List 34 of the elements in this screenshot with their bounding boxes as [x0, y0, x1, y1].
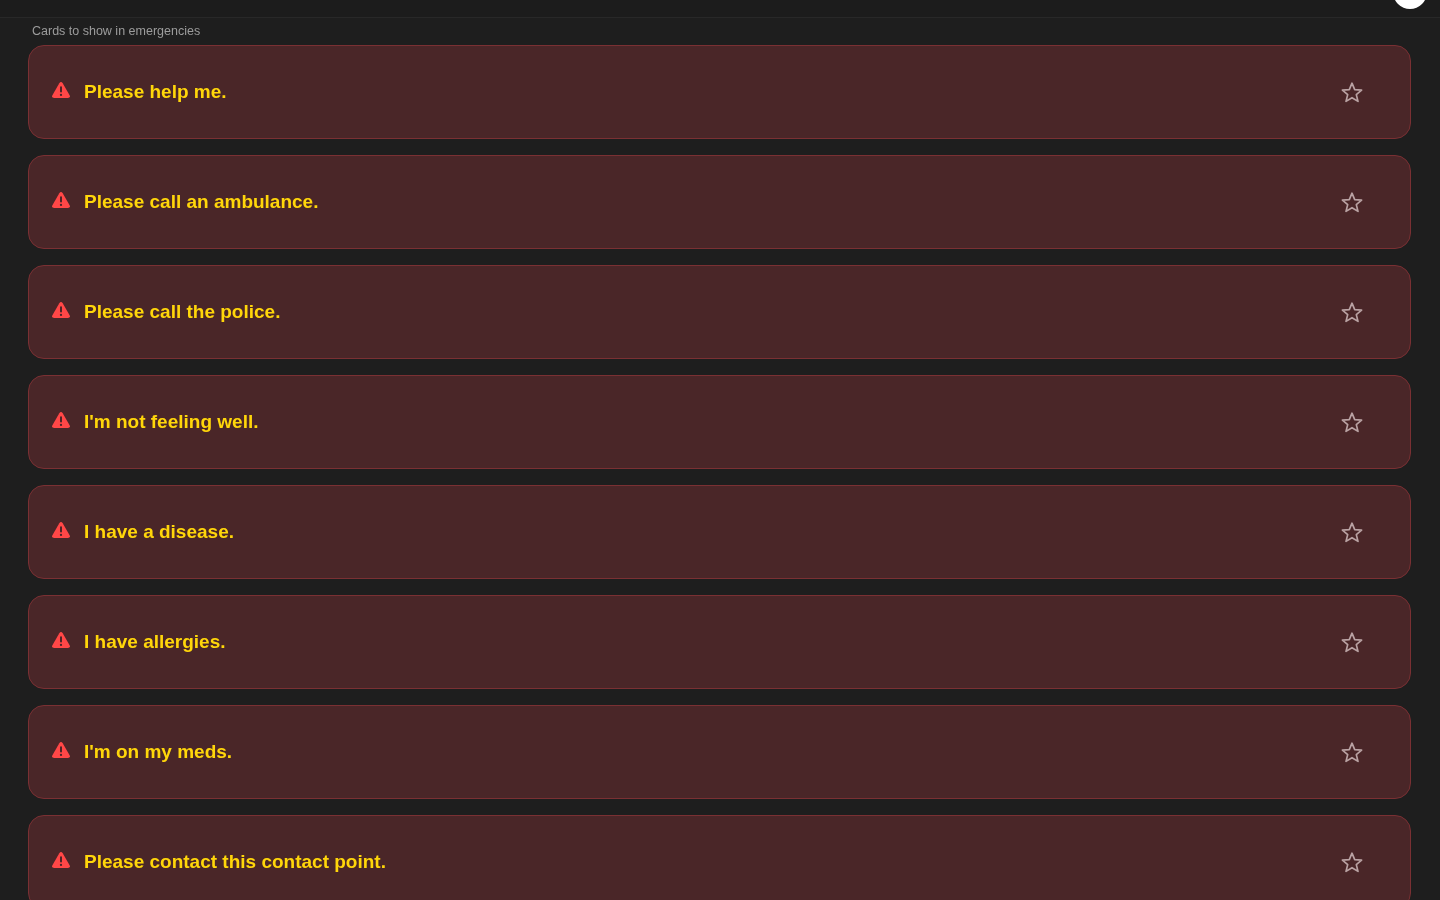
- section-label: Cards to show in emergencies: [31, 24, 202, 39]
- emergency-card[interactable]: I have allergies.: [28, 595, 1411, 689]
- phrase-text: I'm on my meds.: [84, 741, 234, 763]
- emergency-card[interactable]: I have a disease.: [28, 485, 1411, 579]
- warning-icon: [52, 742, 70, 758]
- star-icon[interactable]: [1341, 411, 1363, 433]
- phrase-text: Please call the police.: [84, 301, 282, 323]
- phrase-text: Please help me.: [84, 81, 228, 103]
- phrase-text: I'm not feeling well.: [84, 411, 260, 433]
- warning-icon: [52, 852, 70, 868]
- star-icon[interactable]: [1341, 741, 1363, 763]
- star-icon[interactable]: [1341, 81, 1363, 103]
- warning-icon: [52, 302, 70, 318]
- avatar-icon[interactable]: [1393, 0, 1427, 9]
- phrase-text: I have a disease.: [84, 521, 235, 543]
- warning-icon: [52, 632, 70, 648]
- star-icon[interactable]: [1341, 301, 1363, 323]
- warning-icon: [52, 82, 70, 98]
- emergency-card[interactable]: I'm on my meds.: [28, 705, 1411, 799]
- phrase-text: Please call an ambulance.: [84, 191, 320, 213]
- star-icon[interactable]: [1341, 851, 1363, 873]
- phrase-text: Please contact this contact point.: [84, 851, 387, 873]
- emergency-card[interactable]: Please call an ambulance.: [28, 155, 1411, 249]
- warning-icon: [52, 522, 70, 538]
- emergency-card[interactable]: Please call the police.: [28, 265, 1411, 359]
- star-icon[interactable]: [1341, 631, 1363, 653]
- star-icon[interactable]: [1341, 521, 1363, 543]
- emergency-card[interactable]: Please help me.: [28, 45, 1411, 139]
- star-icon[interactable]: [1341, 191, 1363, 213]
- warning-icon: [52, 192, 70, 208]
- phrase-text: I have allergies.: [84, 631, 227, 653]
- emergency-card[interactable]: Please contact this contact point.: [28, 815, 1411, 900]
- warning-icon: [52, 412, 70, 428]
- emergency-card[interactable]: I'm not feeling well.: [28, 375, 1411, 469]
